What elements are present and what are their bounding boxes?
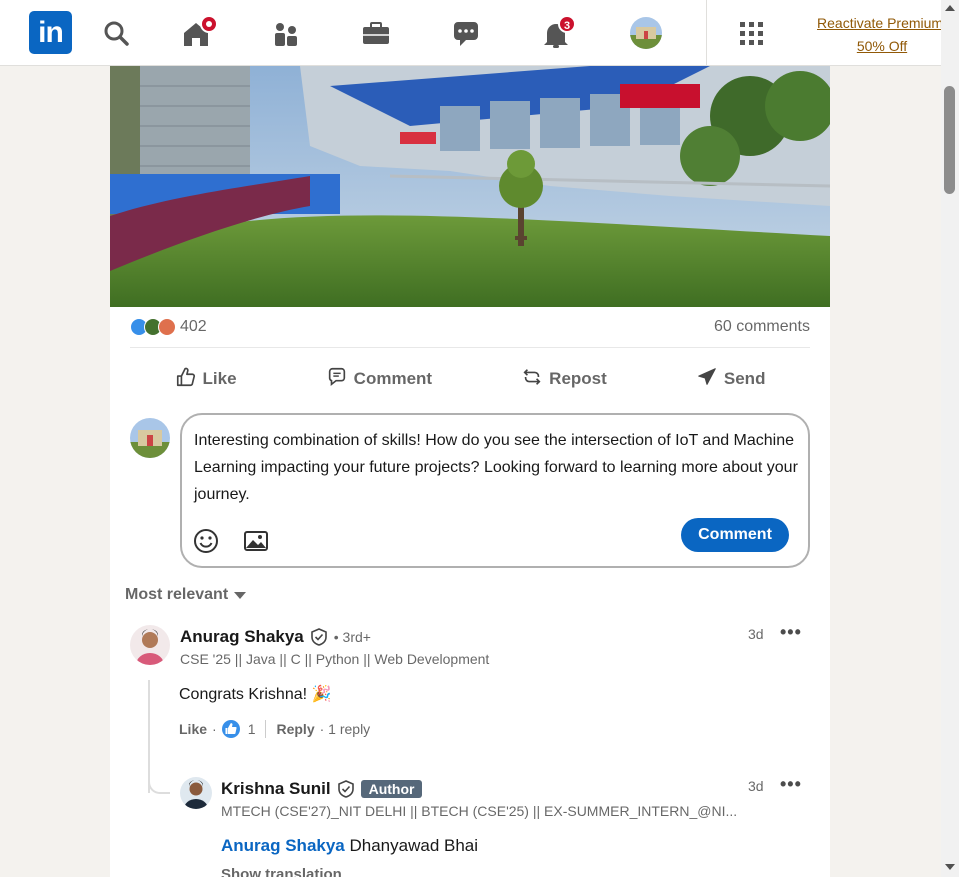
comment-input[interactable]: Interesting combination of skills! How d… bbox=[194, 427, 804, 508]
submit-comment-button[interactable]: Comment bbox=[681, 518, 789, 552]
nav-divider bbox=[706, 0, 707, 66]
search-icon[interactable] bbox=[96, 14, 136, 54]
global-nav: in 3 Reactivate Premium: 50% Off bbox=[0, 0, 947, 66]
show-translation-link[interactable]: Show translation bbox=[221, 866, 342, 877]
premium-line2: 50% Off bbox=[856, 38, 908, 54]
caret-down-icon bbox=[234, 591, 247, 599]
repost-icon bbox=[521, 366, 543, 393]
comment-label: Comment bbox=[353, 369, 433, 388]
verified-icon bbox=[310, 628, 328, 646]
repost-label: Repost bbox=[549, 369, 607, 388]
author-badge: Author bbox=[360, 780, 423, 798]
reply-headline: MTECH (CSE'27)_NIT DELHI || BTECH (CSE'2… bbox=[221, 803, 738, 819]
reply-count[interactable]: · 1 reply bbox=[320, 721, 371, 737]
reply-text: Anurag Shakya Dhanyawad Bhai bbox=[221, 836, 478, 856]
comment-author-name[interactable]: Anurag Shakya bbox=[180, 627, 304, 647]
love-reaction-icon bbox=[158, 318, 176, 336]
sort-label: Most relevant bbox=[125, 586, 229, 603]
reply-body: Dhanyawad Bhai bbox=[349, 836, 479, 855]
my-network-icon[interactable] bbox=[266, 14, 306, 54]
post-image[interactable] bbox=[110, 66, 830, 307]
reactions-summary[interactable]: 402 bbox=[130, 318, 207, 336]
send-label: Send bbox=[723, 369, 766, 388]
post-card: 402 60 comments Like Comment Repost Send… bbox=[110, 66, 830, 877]
post-actions: Like Comment Repost Send bbox=[130, 359, 810, 399]
more-options-icon[interactable]: ••• bbox=[780, 774, 802, 795]
me-avatar[interactable] bbox=[630, 17, 662, 49]
connection-degree: • 3rd+ bbox=[333, 629, 371, 645]
send-button[interactable]: Send bbox=[688, 359, 774, 399]
reply-avatar-krishna[interactable] bbox=[180, 777, 212, 809]
comment-actions: Like · 1 Reply · 1 reply bbox=[179, 720, 370, 738]
messaging-icon[interactable] bbox=[446, 14, 486, 54]
verified-icon bbox=[337, 780, 355, 798]
premium-line1: Reactivate Premium: bbox=[817, 15, 947, 31]
scroll-up-arrow-icon[interactable] bbox=[945, 5, 955, 11]
thumbs-up-icon bbox=[175, 366, 197, 393]
sort-dropdown[interactable]: Most relevant bbox=[125, 586, 247, 604]
comment-avatar-anurag[interactable] bbox=[130, 625, 170, 665]
comment-like-count[interactable]: 1 bbox=[248, 721, 256, 737]
emoji-icon[interactable] bbox=[192, 527, 220, 555]
comment-icon bbox=[326, 366, 348, 393]
divider bbox=[265, 720, 267, 738]
comment-like-button[interactable]: Like bbox=[179, 721, 207, 737]
repost-button[interactable]: Repost bbox=[513, 359, 615, 399]
jobs-icon[interactable] bbox=[356, 14, 396, 54]
social-counts: 402 60 comments bbox=[130, 316, 810, 348]
reactions-count[interactable]: 402 bbox=[180, 318, 207, 336]
comment-time: 3d bbox=[748, 626, 764, 642]
reactivate-premium-link[interactable]: Reactivate Premium: 50% Off bbox=[812, 12, 952, 58]
comment-author-anurag[interactable]: Anurag Shakya • 3rd+ bbox=[180, 627, 371, 647]
send-icon bbox=[696, 366, 718, 393]
comment-action-button[interactable]: Comment bbox=[318, 359, 440, 399]
comment-reply-button[interactable]: Reply bbox=[276, 721, 314, 737]
mention-link[interactable]: Anurag Shakya bbox=[221, 836, 345, 855]
reply-time: 3d bbox=[748, 778, 764, 794]
reply-author-krishna[interactable]: Krishna Sunil Author bbox=[221, 779, 423, 799]
grid-icon[interactable] bbox=[732, 14, 772, 54]
like-button[interactable]: Like bbox=[167, 359, 245, 399]
scroll-down-arrow-icon[interactable] bbox=[945, 864, 955, 870]
composer-avatar[interactable] bbox=[130, 418, 170, 458]
separator-dot: · bbox=[212, 721, 217, 737]
reply-author-name[interactable]: Krishna Sunil bbox=[221, 779, 331, 799]
like-label: Like bbox=[202, 369, 237, 388]
comment-editor[interactable]: Interesting combination of skills! How d… bbox=[180, 413, 810, 568]
scroll-thumb[interactable] bbox=[944, 86, 955, 194]
comments-count[interactable]: 60 comments bbox=[714, 318, 810, 336]
home-notification-dot bbox=[200, 15, 218, 33]
notifications-badge: 3 bbox=[558, 15, 576, 33]
comment-text: Congrats Krishna! 🎉 bbox=[179, 686, 332, 703]
comment-headline: CSE '25 || Java || C || Python || Web De… bbox=[180, 651, 490, 667]
page-scrollbar[interactable] bbox=[941, 0, 959, 877]
like-reaction-icon bbox=[221, 720, 240, 738]
image-icon[interactable] bbox=[242, 527, 270, 555]
more-options-icon[interactable]: ••• bbox=[780, 622, 802, 643]
thread-connector bbox=[148, 766, 170, 794]
linkedin-logo[interactable]: in bbox=[29, 11, 72, 54]
